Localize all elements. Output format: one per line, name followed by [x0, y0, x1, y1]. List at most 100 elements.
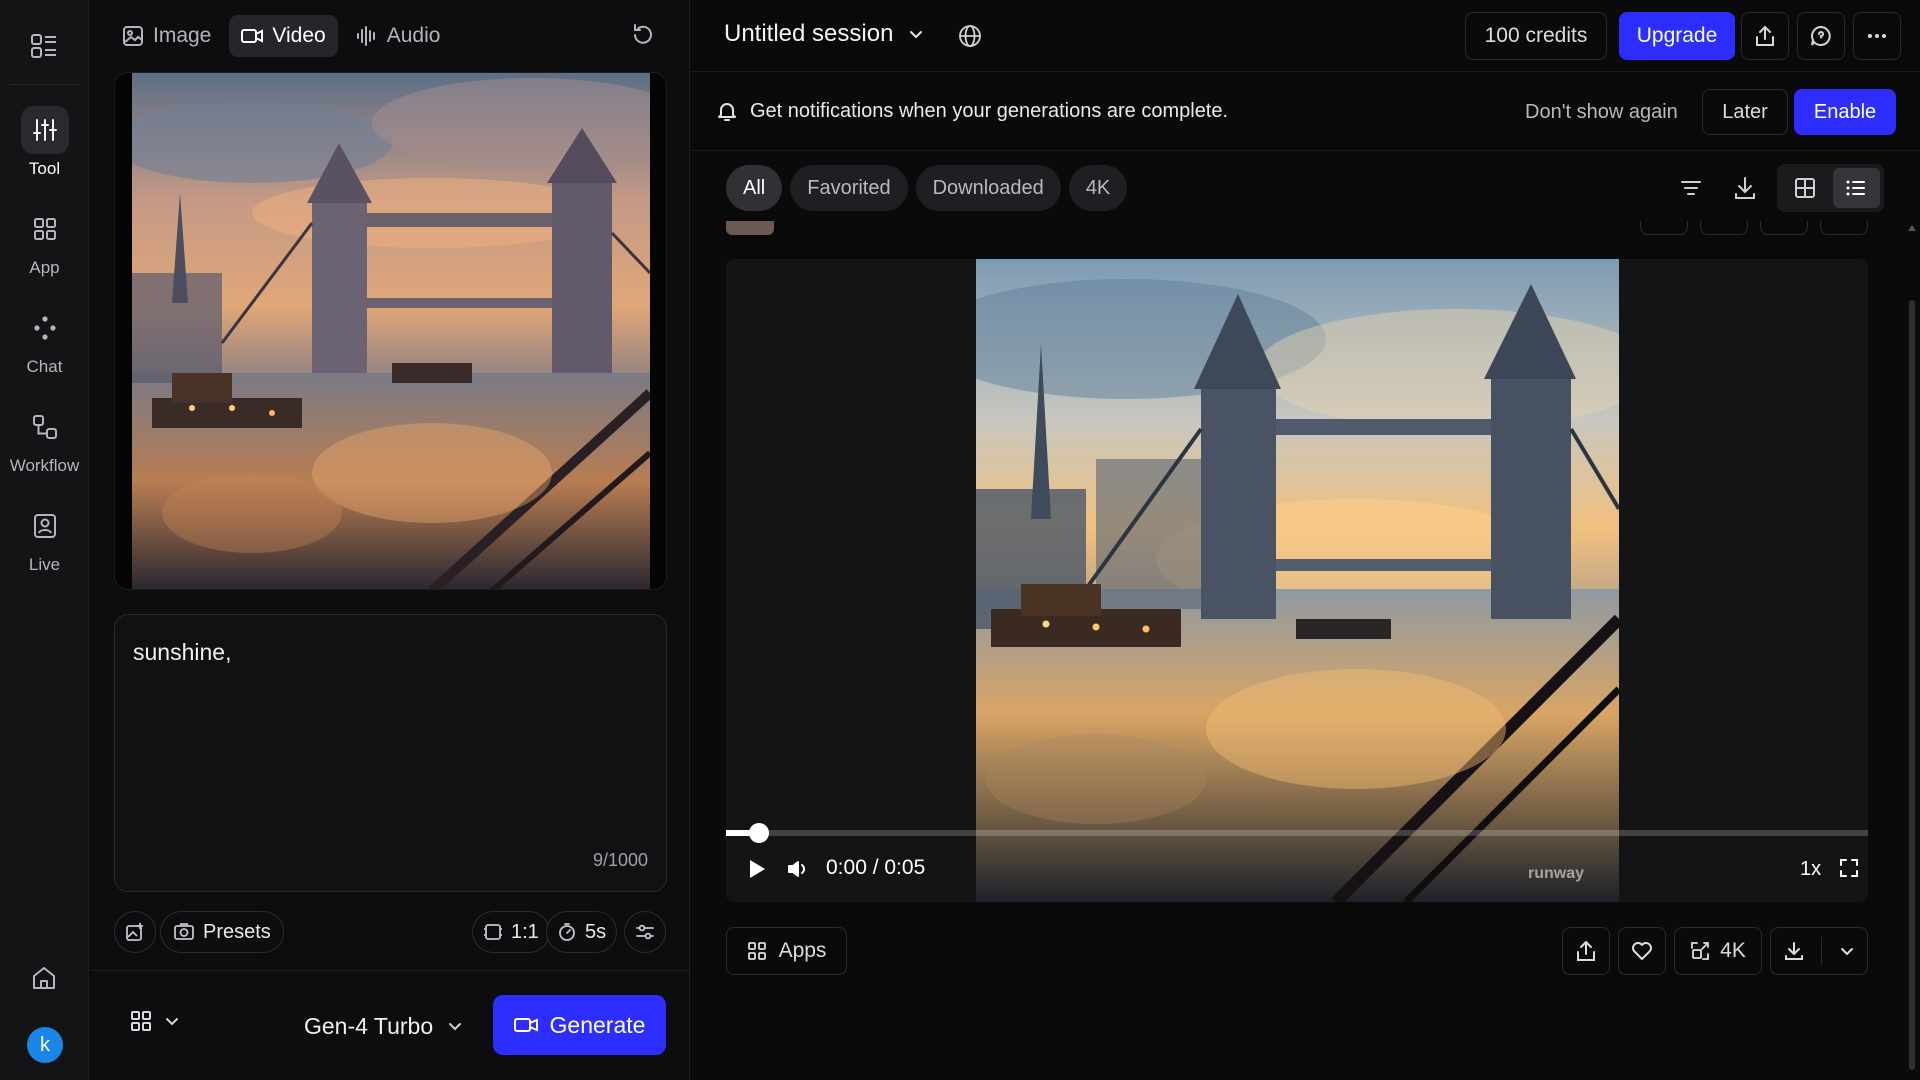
- camera-preset-icon: [173, 922, 195, 942]
- chevron-down-icon: [907, 25, 925, 43]
- enable-button[interactable]: Enable: [1794, 89, 1896, 135]
- apps-grid-icon: [747, 941, 767, 961]
- audio-waveform-icon: [356, 25, 378, 47]
- fullscreen-icon[interactable]: [1838, 857, 1860, 879]
- video-frame: [976, 259, 1619, 902]
- filter-icon[interactable]: [1677, 174, 1705, 202]
- generate-button[interactable]: Generate: [493, 995, 666, 1055]
- view-toggle: [1777, 164, 1884, 212]
- rail-item-label: Live: [28, 555, 61, 574]
- tool-panel: Image Video Audio sunshine, 9/1000 Prese…: [90, 0, 690, 1080]
- scrollbar[interactable]: [1909, 300, 1915, 1070]
- tab-image[interactable]: Image: [110, 15, 223, 57]
- presets-button[interactable]: Presets: [160, 911, 284, 953]
- previous-item-action[interactable]: [1760, 221, 1808, 235]
- credits-button[interactable]: 100 credits: [1465, 12, 1607, 60]
- layout-picker[interactable]: [130, 1010, 180, 1032]
- notification-banner: Get notifications when your generations …: [691, 73, 1920, 151]
- filter-favorited[interactable]: Favorited: [790, 165, 908, 211]
- chevron-down-icon: [164, 1013, 180, 1029]
- apps-label: Apps: [778, 939, 827, 962]
- share-button[interactable]: [1741, 12, 1789, 60]
- playback-time: 0:00 / 0:05: [826, 856, 926, 879]
- progress-track[interactable]: [726, 830, 1868, 836]
- bell-icon: [715, 99, 739, 123]
- filter-4k[interactable]: 4K: [1068, 165, 1128, 211]
- presets-label: Presets: [203, 920, 271, 943]
- panel-layout-icon[interactable]: [29, 31, 59, 61]
- favorite-button[interactable]: [1618, 927, 1666, 975]
- share-icon: [1575, 940, 1597, 962]
- playback-speed-button[interactable]: 1x: [1800, 858, 1821, 881]
- rail-item-live[interactable]: Live: [0, 502, 89, 592]
- previous-item-thumbnail[interactable]: [726, 221, 774, 235]
- chat-help-icon: [1810, 25, 1832, 47]
- notification-text: Get notifications when your generations …: [750, 100, 1229, 122]
- rail-item-chat[interactable]: Chat: [0, 304, 89, 394]
- input-image-preview[interactable]: [114, 72, 667, 590]
- session-title-dropdown[interactable]: Untitled session: [724, 20, 925, 48]
- character-count: 9/1000: [592, 850, 648, 870]
- main-area: Untitled session 100 credits Upgrade Get…: [691, 0, 1920, 1080]
- add-image-button[interactable]: [114, 911, 156, 953]
- rail-item-label: Tool: [28, 159, 61, 178]
- duration-button[interactable]: 5s: [546, 911, 618, 953]
- list-view-icon: [1845, 177, 1867, 199]
- rail-item-app[interactable]: App: [0, 205, 89, 295]
- model-select[interactable]: Gen-4 Turbo: [304, 1005, 463, 1047]
- later-button[interactable]: Later: [1702, 89, 1788, 135]
- volume-icon[interactable]: [786, 857, 810, 881]
- share-video-button[interactable]: [1562, 927, 1610, 975]
- progress-knob[interactable]: [749, 823, 769, 843]
- image-icon: [122, 25, 144, 47]
- apps-button[interactable]: Apps: [726, 927, 847, 975]
- tab-video[interactable]: Video: [229, 15, 338, 57]
- prompt-text: sunshine,: [133, 639, 232, 665]
- sliders-icon: [20, 106, 69, 154]
- feedback-button[interactable]: [1797, 12, 1845, 60]
- globe-icon[interactable]: [956, 22, 984, 50]
- upscale-label: 4K: [1720, 939, 1746, 962]
- tab-label: Audio: [386, 24, 441, 47]
- rail-divider: [10, 84, 79, 85]
- rail-item-label: App: [29, 258, 60, 277]
- user-avatar[interactable]: k: [27, 1027, 63, 1063]
- previous-item-action[interactable]: [1820, 221, 1868, 235]
- watermark: runway: [1528, 865, 1585, 882]
- grid-view-button[interactable]: [1781, 168, 1829, 208]
- upscale-4k-button[interactable]: 4K: [1674, 927, 1762, 975]
- download-split-divider: [1821, 937, 1822, 965]
- scroll-up-arrow[interactable]: [1908, 225, 1916, 231]
- more-options-button[interactable]: [1853, 12, 1901, 60]
- heart-icon: [1631, 940, 1653, 962]
- filter-all[interactable]: All: [726, 165, 783, 211]
- left-rail: Tool App Chat Workflow Live k: [0, 0, 89, 1080]
- apps-grid-icon: [21, 205, 69, 253]
- more-horizontal-icon: [1866, 25, 1888, 47]
- video-player[interactable]: runway 0:00 / 0:05 1x: [726, 259, 1868, 902]
- reset-icon[interactable]: [629, 21, 657, 49]
- home-icon[interactable]: [29, 963, 59, 993]
- dont-show-again-link[interactable]: Don't show again: [1525, 101, 1678, 124]
- list-view-button[interactable]: [1832, 168, 1880, 208]
- download-all-icon[interactable]: [1731, 174, 1759, 202]
- download-button[interactable]: [1770, 927, 1868, 975]
- tab-audio[interactable]: Audio: [344, 15, 453, 57]
- rail-item-workflow[interactable]: Workflow: [0, 403, 89, 493]
- rail-item-tool[interactable]: Tool: [0, 106, 89, 196]
- tab-label: Image: [153, 24, 212, 47]
- previous-item-action[interactable]: [1700, 221, 1748, 235]
- live-portrait-icon: [21, 502, 69, 550]
- share-icon: [1754, 25, 1776, 47]
- prompt-textarea[interactable]: sunshine, 9/1000: [114, 614, 667, 892]
- previous-item-action[interactable]: [1640, 221, 1688, 235]
- chevron-down-icon[interactable]: [1838, 942, 1856, 960]
- tab-label: Video: [272, 24, 326, 47]
- filter-downloaded[interactable]: Downloaded: [915, 165, 1061, 211]
- aspect-ratio-button[interactable]: 1:1: [472, 911, 550, 953]
- mode-tabs: Image Video Audio: [110, 15, 452, 57]
- settings-button[interactable]: [624, 911, 666, 953]
- upgrade-button[interactable]: Upgrade: [1619, 12, 1735, 60]
- play-icon[interactable]: [746, 857, 768, 881]
- settings-sliders-icon: [635, 922, 655, 942]
